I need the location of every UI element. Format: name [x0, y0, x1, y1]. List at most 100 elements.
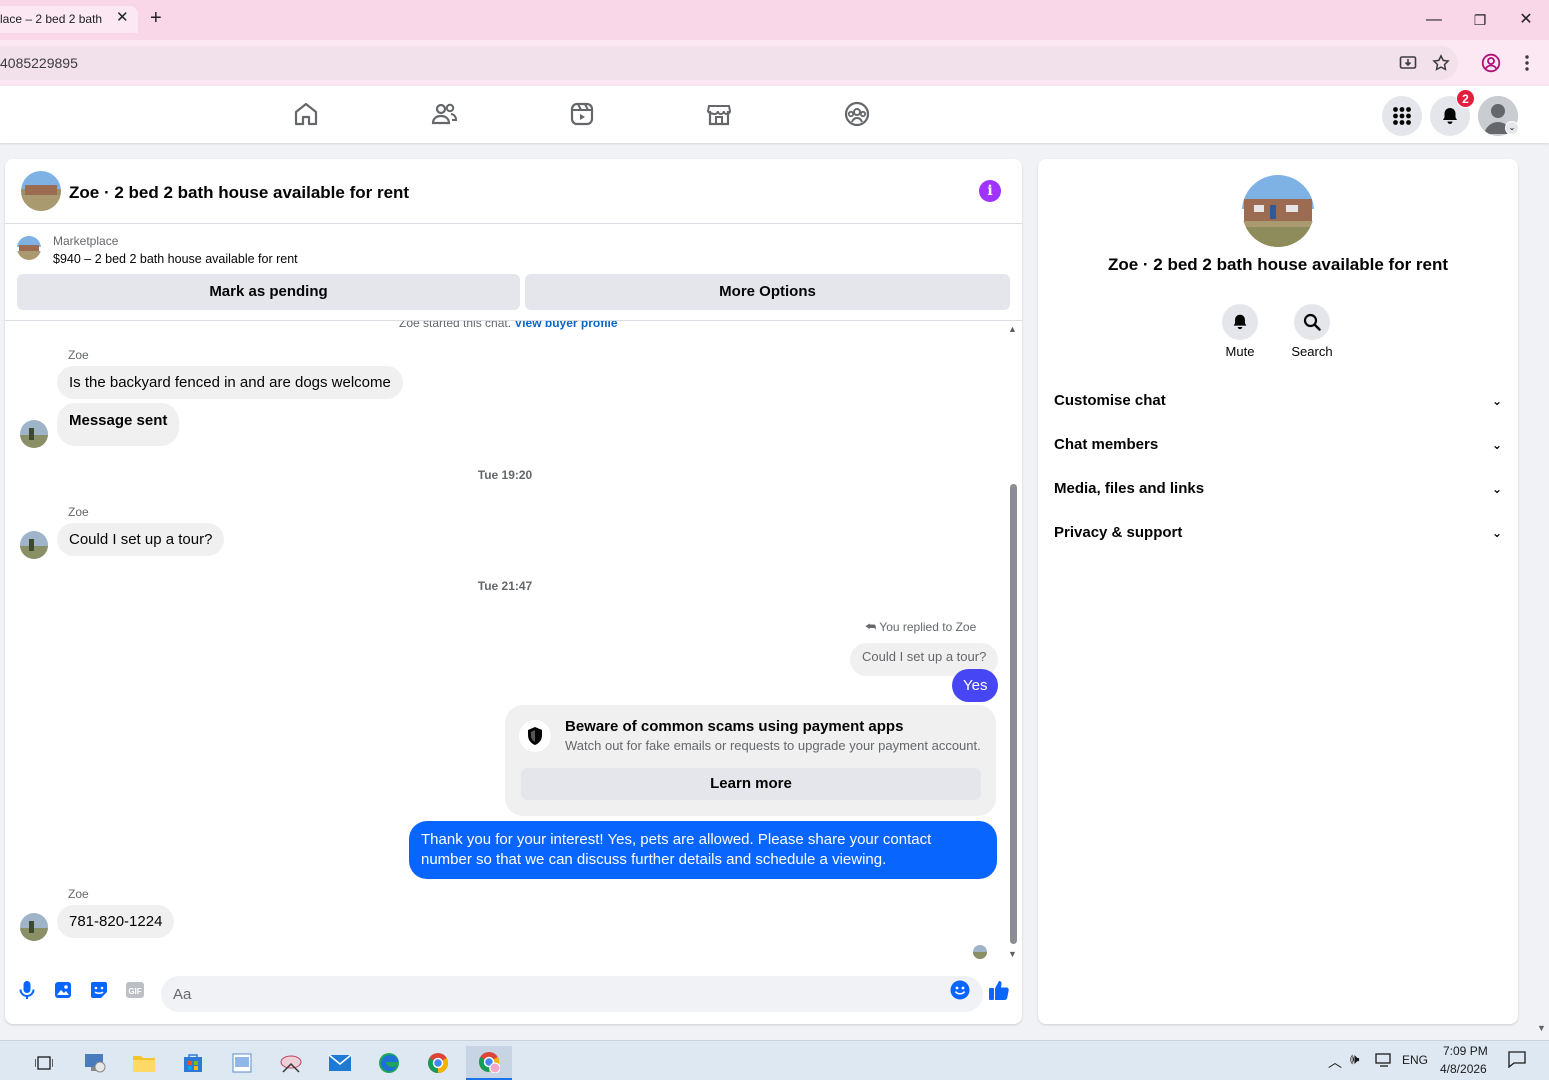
groups-icon[interactable]	[843, 100, 871, 128]
learn-more-button[interactable]: Learn more	[521, 768, 981, 800]
tab-close-icon[interactable]: ✕	[116, 8, 129, 26]
mail-icon[interactable]	[320, 1046, 360, 1080]
search-icon	[1294, 304, 1330, 340]
store-icon[interactable]	[173, 1046, 213, 1080]
microphone-icon[interactable]	[16, 979, 38, 1001]
svg-text:GIF: GIF	[128, 987, 141, 996]
zoe-avatar[interactable]	[20, 913, 48, 941]
volume-icon[interactable]: 🕪	[1350, 1051, 1359, 1068]
network-icon[interactable]	[1375, 1052, 1393, 1071]
message-list: Zoe started this chat. View buyer profil…	[5, 321, 1022, 961]
install-app-icon[interactable]	[1398, 53, 1418, 73]
incoming-message[interactable]: 781-820-1224	[57, 905, 175, 938]
listing-large-avatar[interactable]	[1242, 175, 1314, 247]
zoe-avatar[interactable]	[20, 531, 48, 559]
incoming-message[interactable]: Is the backyard fenced in and are dogs w…	[57, 366, 403, 399]
url-text[interactable]: 4085229895	[0, 55, 78, 71]
mute-button[interactable]: Mute	[1204, 304, 1276, 359]
close-window-button[interactable]: ✕	[1513, 8, 1539, 32]
clock-date[interactable]: 4/8/2026	[1440, 1062, 1487, 1076]
listing-price-title[interactable]: $940 – 2 bed 2 bath house available for …	[53, 252, 298, 266]
photos-app-icon[interactable]	[222, 1046, 262, 1080]
outgoing-message[interactable]: Thank you for your interest! Yes, pets a…	[409, 821, 997, 879]
clock-time[interactable]: 7:09 PM	[1443, 1044, 1488, 1058]
sticker-icon[interactable]	[88, 979, 110, 1001]
snipping-tool-icon[interactable]	[271, 1046, 311, 1080]
chevron-down-icon[interactable]: ⌄	[1505, 121, 1519, 135]
chrome-icon[interactable]	[418, 1046, 458, 1080]
incoming-message[interactable]: Message sent	[57, 403, 180, 446]
chat-header: Zoe · 2 bed 2 bath house available for r…	[5, 159, 1022, 224]
zoe-avatar[interactable]	[20, 420, 48, 448]
listing-thumbnail[interactable]	[17, 236, 41, 260]
marketplace-listing-bar: Marketplace $940 – 2 bed 2 bath house av…	[5, 224, 1022, 321]
browser-tab-strip: lace – 2 bed 2 bath ✕ + — ❐ ✕	[0, 0, 1549, 40]
tray-chevron-up-icon[interactable]: ︿	[1328, 1052, 1342, 1072]
address-bar-area: 4085229895	[0, 40, 1549, 86]
notification-center-icon[interactable]	[1508, 1050, 1526, 1071]
video-icon[interactable]	[568, 100, 596, 128]
media-files-links-row[interactable]: Media, files and links ⌄	[1054, 473, 1502, 505]
thumbs-up-icon[interactable]	[988, 979, 1010, 1001]
chat-start-note: Zoe started this chat. View buyer profil…	[399, 321, 618, 330]
chat-members-row[interactable]: Chat members ⌄	[1054, 429, 1502, 461]
gif-icon[interactable]: GIF	[124, 979, 146, 1001]
chat-title: Zoe · 2 bed 2 bath house available for r…	[69, 183, 410, 202]
scroll-down-icon[interactable]: ▼	[1008, 949, 1017, 959]
scam-warning-title: Beware of common scams using payment app…	[565, 718, 904, 735]
more-options-button[interactable]: More Options	[525, 274, 1010, 310]
chat-info-panel: Zoe · 2 bed 2 bath house available for r…	[1038, 159, 1518, 1024]
task-view-icon[interactable]	[24, 1046, 64, 1080]
friends-icon[interactable]	[430, 100, 458, 128]
new-tab-icon[interactable]: +	[150, 8, 162, 28]
message-scrollbar[interactable]: ▲ ▼	[1007, 324, 1019, 964]
seen-indicator-avatar	[973, 945, 987, 959]
facebook-top-nav: 2 ⌄	[0, 86, 1549, 143]
view-buyer-profile-link[interactable]: View buyer profile	[514, 321, 617, 330]
mute-label: Mute	[1225, 344, 1255, 359]
maximize-button[interactable]: ❐	[1467, 8, 1493, 32]
chevron-down-icon: ⌄	[1491, 482, 1502, 496]
bell-icon	[1222, 304, 1258, 340]
mark-pending-button[interactable]: Mark as pending	[17, 274, 520, 310]
outgoing-message[interactable]: Yes	[952, 669, 999, 702]
scam-warning-text: Watch out for fake emails or requests to…	[565, 738, 981, 753]
home-icon[interactable]	[292, 100, 320, 128]
tab-title: lace – 2 bed 2 bath	[0, 12, 103, 26]
browser-tab[interactable]: lace – 2 bed 2 bath ✕	[0, 6, 138, 33]
chat-panel: Zoe · 2 bed 2 bath house available for r…	[5, 159, 1022, 1024]
menu-grid-button[interactable]	[1382, 96, 1422, 136]
computer-app-icon[interactable]	[75, 1046, 115, 1080]
scroll-thumb[interactable]	[1010, 484, 1017, 944]
scam-warning-card: Beware of common scams using payment app…	[505, 705, 996, 816]
info-icon[interactable]: i	[979, 180, 1001, 202]
minimize-button[interactable]: —	[1421, 8, 1447, 32]
bell-icon	[1443, 108, 1457, 124]
scroll-up-icon[interactable]: ▲	[1008, 324, 1017, 334]
message-input[interactable]	[161, 976, 983, 1012]
sender-name: Zoe	[68, 505, 89, 519]
emoji-icon[interactable]	[949, 979, 971, 1001]
notification-badge: 2	[1456, 89, 1475, 108]
language-indicator[interactable]: ENG	[1402, 1053, 1428, 1067]
browser-menu-icon[interactable]	[1517, 53, 1537, 73]
photo-icon[interactable]	[52, 979, 74, 1001]
marketplace-label: Marketplace	[53, 234, 119, 248]
privacy-support-row[interactable]: Privacy & support ⌄	[1054, 517, 1502, 549]
grid-icon	[1393, 107, 1411, 125]
search-button[interactable]: Search	[1276, 304, 1348, 359]
message-composer: GIF	[5, 964, 1022, 1024]
file-explorer-icon[interactable]	[124, 1046, 164, 1080]
listing-avatar[interactable]	[21, 171, 61, 211]
bookmark-star-icon[interactable]	[1431, 53, 1451, 73]
profile-icon[interactable]	[1481, 53, 1501, 73]
chrome-profile-icon[interactable]	[466, 1046, 512, 1080]
timestamp: Tue 19:20	[477, 468, 533, 482]
edge-icon[interactable]	[369, 1046, 409, 1080]
incoming-message[interactable]: Could I set up a tour?	[57, 523, 225, 556]
sender-name: Zoe	[68, 348, 89, 362]
page-scroll-down-icon[interactable]: ▼	[1537, 1023, 1546, 1033]
omnibox[interactable]	[0, 46, 1458, 80]
customise-chat-row[interactable]: Customise chat ⌄	[1054, 385, 1502, 417]
marketplace-icon[interactable]	[705, 100, 733, 128]
